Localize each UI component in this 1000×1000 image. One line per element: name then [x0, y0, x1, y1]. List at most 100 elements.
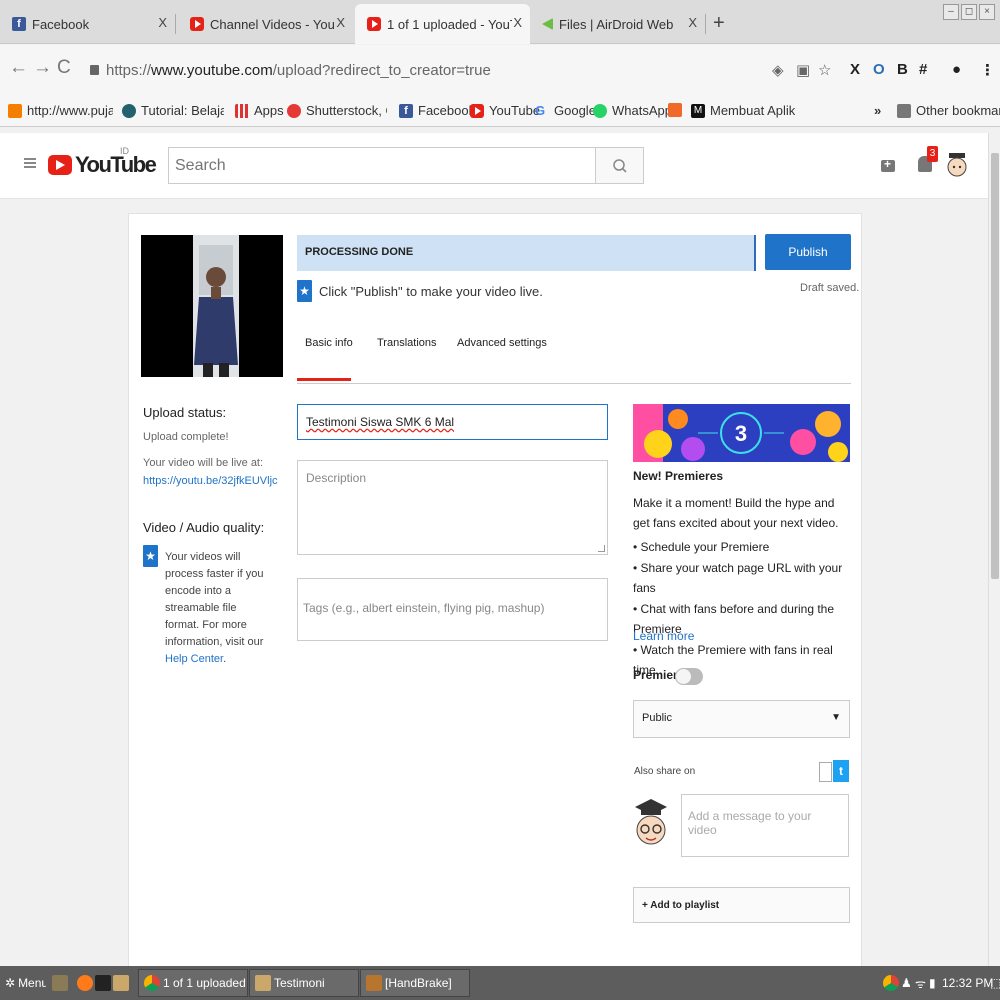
- tab-close-icon[interactable]: X: [158, 15, 167, 30]
- tab-translations[interactable]: Translations: [377, 337, 437, 349]
- tags-input[interactable]: Tags (e.g., albert einstein, flying pig,…: [297, 578, 608, 641]
- twitter-icon[interactable]: t: [833, 760, 849, 782]
- bookmark-item[interactable]: http://www.pujang: [8, 103, 113, 118]
- share-message-textarea[interactable]: Add a message to your video: [681, 794, 849, 857]
- page-scrollbar[interactable]: [988, 133, 1000, 966]
- back-icon[interactable]: ←: [9, 57, 28, 79]
- folder-icon: [897, 103, 911, 118]
- bookmark-item[interactable]: [668, 103, 687, 117]
- resize-handle-icon[interactable]: [598, 545, 605, 552]
- browser-tab-facebook[interactable]: f Facebook X: [0, 4, 176, 44]
- bookmark-item[interactable]: G Google: [535, 103, 596, 118]
- quality-tip-end: .: [223, 653, 227, 665]
- facebook-icon: f: [399, 103, 413, 118]
- bookmark-star-icon[interactable]: ☆: [818, 61, 831, 79]
- reload-icon[interactable]: C: [57, 57, 71, 79]
- help-center-link[interactable]: Help Center: [165, 653, 223, 665]
- tab-close-icon[interactable]: X: [688, 15, 697, 30]
- apps-grid-icon: [235, 103, 249, 118]
- file-manager-icon[interactable]: [108, 969, 132, 997]
- bookmark-item[interactable]: MMembuat Aplikasi: [691, 103, 795, 118]
- scrollbar-thumb[interactable]: [991, 153, 999, 579]
- extension-b-icon[interactable]: B: [897, 61, 908, 78]
- list-item: Schedule your Premiere: [633, 537, 850, 558]
- browser-tab-upload[interactable]: 1 of 1 uploaded - YouTube X: [355, 4, 530, 44]
- url-path: /upload?redirect_to_creator=true: [272, 61, 491, 79]
- list-item: Share your watch page URL with your fans: [633, 558, 850, 599]
- browser-tab-airdroid[interactable]: Files | AirDroid Web X: [530, 4, 706, 44]
- close-window-button[interactable]: ×: [979, 4, 995, 20]
- add-to-playlist-button[interactable]: + Add to playlist: [633, 887, 850, 923]
- extension-hash-icon[interactable]: #: [919, 61, 927, 78]
- taskbar-window-handbrake[interactable]: [HandBrake]: [360, 969, 470, 997]
- extension-x-icon[interactable]: X: [850, 61, 860, 78]
- youtube-play-icon: [48, 155, 72, 175]
- new-tab-button[interactable]: +: [713, 12, 725, 35]
- publish-button[interactable]: Publish: [765, 234, 851, 270]
- active-tab-indicator: [297, 378, 351, 381]
- bookmark-item[interactable]: YouTube: [470, 103, 540, 118]
- info-icon: ★: [297, 280, 312, 302]
- taskbar-window-folder[interactable]: Testimoni: [249, 969, 359, 997]
- tab-advanced-settings[interactable]: Advanced settings: [457, 337, 547, 349]
- bookmark-item[interactable]: f Facebook: [399, 103, 475, 118]
- premieres-title: New! Premieres: [633, 469, 724, 483]
- twitter-share-checkbox[interactable]: [819, 762, 832, 782]
- whatsapp-icon: [593, 103, 607, 118]
- shutterstock-icon: [287, 103, 301, 118]
- tab-title: 1 of 1 uploaded - YouTube: [387, 16, 512, 32]
- address-bar[interactable]: https://www.youtube.com/upload?redirect_…: [80, 53, 840, 87]
- premieres-description: Make it a moment! Build the hype and get…: [633, 496, 839, 530]
- hamburger-menu-icon[interactable]: [24, 158, 36, 168]
- account-avatar[interactable]: [946, 150, 968, 180]
- description-textarea[interactable]: Description: [297, 460, 608, 555]
- upload-tabs: Basic info Translations Advanced setting…: [297, 334, 851, 384]
- tab-close-icon[interactable]: X: [336, 15, 345, 30]
- tab-close-icon[interactable]: X: [513, 15, 522, 30]
- bookmark-item[interactable]: Shutterstock, Gett: [287, 103, 387, 118]
- chrome-menu-icon[interactable]: ⋮: [980, 61, 995, 79]
- page-action-icon[interactable]: ▣: [796, 61, 810, 79]
- youtube-icon: [190, 17, 204, 31]
- learn-more-link[interactable]: Learn more: [633, 629, 694, 643]
- search-button[interactable]: [595, 147, 644, 184]
- premiere-toggle[interactable]: [675, 668, 703, 685]
- privacy-select[interactable]: Public ▼: [633, 700, 850, 738]
- upload-status-text: Upload complete!: [143, 431, 229, 443]
- tutorial-icon: [122, 103, 136, 118]
- other-bookmarks-folder[interactable]: Other bookmarks: [897, 103, 1000, 118]
- show-desktop-icon[interactable]: [47, 969, 71, 997]
- publish-hint: Click "Publish" to make your video live.: [319, 284, 543, 299]
- quality-tip-text: Your videos will process faster if you e…: [165, 551, 264, 648]
- extension-o-icon[interactable]: O: [873, 61, 885, 78]
- create-video-icon[interactable]: [881, 157, 895, 172]
- forward-icon[interactable]: →: [33, 57, 52, 79]
- minimize-button[interactable]: –: [943, 4, 959, 20]
- bookmarks-overflow-button[interactable]: »: [874, 103, 881, 118]
- tab-basic-info[interactable]: Basic info: [305, 337, 353, 349]
- bookmark-item[interactable]: Apps: [235, 103, 284, 118]
- tab-title: Channel Videos - YouTube Stu: [210, 16, 335, 32]
- tray-menu-icon[interactable]: ⬚: [985, 969, 1000, 997]
- video-url-link[interactable]: https://youtu.be/32jfkEUVljc: [143, 475, 278, 487]
- youtube-icon: [367, 17, 381, 31]
- translate-icon[interactable]: ◈: [772, 61, 784, 79]
- browser-tab-channel-videos[interactable]: Channel Videos - YouTube Stu X: [178, 4, 353, 44]
- taskbar-window-chrome[interactable]: 1 of 1 uploaded - Yo...: [138, 969, 248, 997]
- search-input[interactable]: [168, 147, 596, 184]
- search-icon: [613, 159, 627, 173]
- upload-card: PROCESSING DONE Publish ★ Click "Publish…: [128, 213, 862, 973]
- bookmark-item[interactable]: WhatsApp: [593, 103, 672, 118]
- os-taskbar: ✲Menu 1 of 1 uploaded - Yo... Testimoni …: [0, 966, 1000, 1000]
- bookmark-item[interactable]: Tutorial: Belajar Pe: [122, 103, 224, 118]
- medium-icon: M: [691, 103, 705, 118]
- profile-icon[interactable]: ●: [952, 61, 961, 78]
- maximize-button[interactable]: ◻: [961, 4, 977, 20]
- title-input[interactable]: Testimoni Siswa SMK 6 Mal: [297, 404, 608, 440]
- youtube-logo[interactable]: YouTube ID: [48, 146, 157, 178]
- tab-title: Files | AirDroid Web: [559, 16, 674, 32]
- quality-tip: Your videos will process faster if you e…: [165, 549, 269, 668]
- draft-status: Draft saved.: [800, 282, 860, 294]
- battery-tray-icon[interactable]: ▮: [924, 969, 936, 997]
- start-menu-button[interactable]: ✲ Menu: [0, 969, 46, 997]
